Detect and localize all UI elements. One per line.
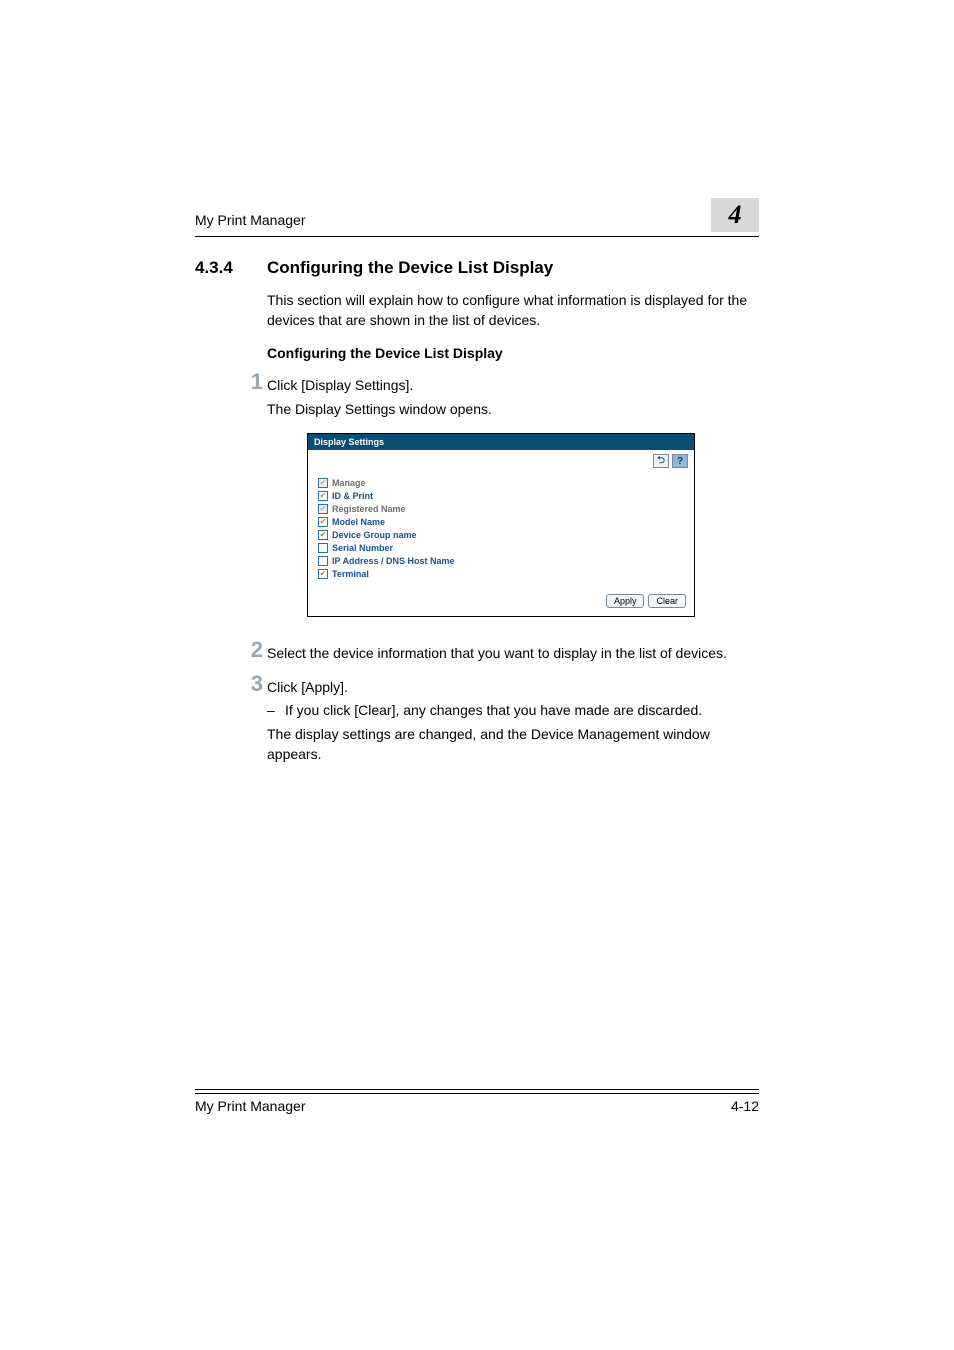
step-subtext: The Display Settings window opens.	[267, 399, 759, 419]
option-label: Registered Name	[332, 504, 406, 514]
checkbox-icon	[318, 543, 328, 553]
chapter-badge: 4	[711, 198, 759, 232]
step-text: Select the device information that you w…	[267, 643, 759, 663]
content-area: 4.3.4 Configuring the Device List Displa…	[195, 258, 759, 773]
step-3: 3 Click [Apply]. If you click [Clear], a…	[267, 677, 759, 764]
page-footer: My Print Manager 4-12	[195, 1098, 759, 1114]
option-device-group-name[interactable]: Device Group name	[318, 528, 684, 541]
option-label: Terminal	[332, 569, 369, 579]
option-label: IP Address / DNS Host Name	[332, 556, 455, 566]
option-label: Manage	[332, 478, 366, 488]
display-settings-toolbar: ⮌ ?	[308, 450, 694, 476]
option-terminal[interactable]: Terminal	[318, 567, 684, 580]
help-icon: ?	[677, 456, 683, 467]
checkbox-icon	[318, 530, 328, 540]
page: My Print Manager 4 4.3.4 Configuring the…	[0, 0, 954, 1350]
running-header: My Print Manager 4	[195, 212, 759, 237]
step-note: If you click [Clear], any changes that y…	[267, 700, 759, 720]
checkbox-icon	[318, 517, 328, 527]
help-button[interactable]: ?	[672, 454, 688, 468]
step-number: 2	[235, 637, 263, 663]
footer-right: 4-12	[731, 1098, 759, 1114]
checkbox-icon	[318, 569, 328, 579]
option-label: Device Group name	[332, 530, 417, 540]
section-number: 4.3.4	[195, 258, 267, 278]
display-settings-title: Display Settings	[308, 434, 694, 450]
section-title: Configuring the Device List Display	[267, 258, 553, 278]
step-text: Click [Display Settings].	[267, 375, 759, 395]
section-body: This section will explain how to configu…	[267, 290, 759, 765]
section-intro: This section will explain how to configu…	[267, 290, 759, 331]
section-heading: 4.3.4 Configuring the Device List Displa…	[195, 258, 759, 278]
option-label: Serial Number	[332, 543, 393, 553]
sub-heading: Configuring the Device List Display	[267, 345, 759, 361]
step-text: Click [Apply].	[267, 677, 759, 697]
footer-rule-bottom	[195, 1093, 759, 1094]
footer-left: My Print Manager	[195, 1098, 305, 1114]
option-label: Model Name	[332, 517, 385, 527]
footer-rule-top	[195, 1089, 759, 1090]
step-1: 1 Click [Display Settings]. The Display …	[267, 375, 759, 420]
option-manage[interactable]: Manage	[318, 476, 684, 489]
display-settings-actions: Apply Clear	[308, 588, 694, 616]
display-settings-screenshot: Display Settings ⮌ ? Manage ID & Print R…	[307, 433, 695, 617]
apply-button[interactable]: Apply	[606, 594, 645, 608]
checkbox-icon	[318, 491, 328, 501]
step-number: 1	[235, 369, 263, 395]
step-number: 3	[235, 671, 263, 697]
checkbox-icon	[318, 478, 328, 488]
option-ip-address[interactable]: IP Address / DNS Host Name	[318, 554, 684, 567]
back-button[interactable]: ⮌	[653, 454, 669, 468]
option-serial-number[interactable]: Serial Number	[318, 541, 684, 554]
option-registered-name[interactable]: Registered Name	[318, 502, 684, 515]
checkbox-icon	[318, 504, 328, 514]
display-settings-options: Manage ID & Print Registered Name Model …	[308, 476, 694, 588]
chapter-number: 4	[729, 200, 742, 230]
option-label: ID & Print	[332, 491, 373, 501]
option-id-print[interactable]: ID & Print	[318, 489, 684, 502]
clear-button[interactable]: Clear	[648, 594, 686, 608]
step-2: 2 Select the device information that you…	[267, 643, 759, 663]
back-icon: ⮌	[657, 453, 665, 470]
running-title: My Print Manager	[195, 212, 305, 228]
checkbox-icon	[318, 556, 328, 566]
option-model-name[interactable]: Model Name	[318, 515, 684, 528]
step-subtext: The display settings are changed, and th…	[267, 724, 759, 765]
